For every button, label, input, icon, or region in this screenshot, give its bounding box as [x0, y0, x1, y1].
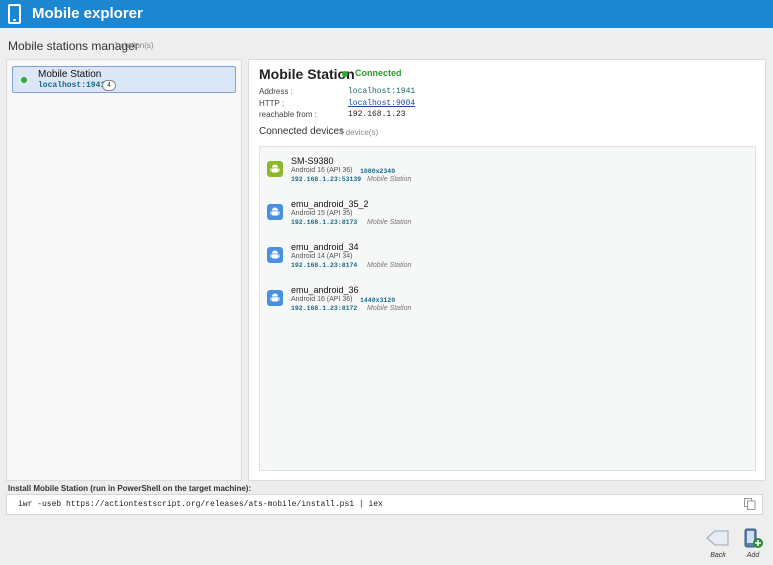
- device-os: Android 16 (API 36): [291, 296, 353, 303]
- connection-status: Connected: [355, 68, 402, 78]
- device-name: SM-S9380: [291, 156, 334, 166]
- back-label: Back: [710, 552, 726, 559]
- add-device-icon: [744, 528, 763, 548]
- devices-count: 4 device(s): [339, 128, 379, 137]
- stations-count: 1 station(s): [114, 41, 154, 50]
- device-address: 192.168.1.23:53139: [291, 176, 362, 183]
- device-os: Android 14 (API 34): [291, 253, 353, 260]
- status-dot: [21, 77, 27, 83]
- mobile-phone-icon: [8, 4, 21, 24]
- device-item-sm-s9380[interactable]: SM-S9380 Android 16 (API 36) 1080x2340 1…: [260, 154, 755, 194]
- title-bar: Mobile explorer: [0, 0, 773, 28]
- device-station: Mobile Station: [367, 176, 412, 183]
- device-station: Mobile Station: [367, 262, 412, 269]
- device-name: emu_android_35_2: [291, 199, 369, 209]
- android-icon: [267, 290, 283, 306]
- station-title: Mobile Station: [259, 66, 355, 82]
- address-label: Address :: [259, 87, 293, 96]
- device-item-emu-android-36[interactable]: emu_android_36 Android 16 (API 36) 1440x…: [260, 283, 755, 323]
- device-resolution: 1440x3120: [360, 297, 396, 304]
- http-label: HTTP :: [259, 99, 285, 108]
- station-details: Mobile Station Connected Address : local…: [248, 59, 766, 481]
- station-name: Mobile Station: [38, 69, 102, 80]
- device-station: Mobile Station: [367, 219, 412, 226]
- android-icon: [267, 247, 283, 263]
- device-count-badge: 4: [102, 80, 116, 91]
- device-address: 192.168.1.23:8172: [291, 305, 358, 312]
- copy-icon[interactable]: [744, 498, 756, 510]
- android-icon: [267, 161, 283, 177]
- device-station: Mobile Station: [367, 305, 412, 312]
- reachable-label: reachable from :: [259, 110, 317, 119]
- device-name: emu_android_34: [291, 242, 359, 252]
- device-item-emu-android-34[interactable]: emu_android_34 Android 14 (API 34) 192.1…: [260, 240, 755, 280]
- reachable-value: 192.168.1.23: [348, 110, 406, 119]
- address-value: localhost:1941: [348, 87, 416, 96]
- connected-status-dot: [342, 71, 348, 77]
- stations-list: Mobile Station localhost:1941 4: [6, 59, 242, 481]
- install-command-field[interactable]: iwr -useb https://actiontestscript.org/r…: [6, 494, 763, 515]
- device-os: Android 16 (API 36): [291, 167, 353, 174]
- device-address: 192.168.1.23:8173: [291, 219, 358, 226]
- connected-devices-title: Connected devices: [259, 126, 345, 137]
- add-button[interactable]: Add: [738, 528, 768, 564]
- app-title: Mobile explorer: [32, 5, 143, 22]
- device-item-emu-android-35-2[interactable]: emu_android_35_2 Android 15 (API 35) 192…: [260, 197, 755, 237]
- devices-list: SM-S9380 Android 16 (API 36) 1080x2340 1…: [259, 146, 756, 471]
- station-host: localhost:1941: [38, 81, 106, 90]
- device-address: 192.168.1.23:8174: [291, 262, 358, 269]
- back-arrow-icon: [706, 530, 729, 546]
- device-name: emu_android_36: [291, 285, 359, 295]
- install-label: Install Mobile Station (run in PowerShel…: [8, 484, 252, 493]
- http-link[interactable]: localhost:9004: [348, 99, 415, 108]
- device-resolution: 1080x2340: [360, 168, 396, 175]
- install-command: iwr -useb https://actiontestscript.org/r…: [18, 500, 383, 509]
- device-os: Android 15 (API 35): [291, 210, 353, 217]
- add-label: Add: [746, 552, 760, 559]
- android-icon: [267, 204, 283, 220]
- back-button[interactable]: Back: [703, 528, 733, 564]
- station-item-mobile-station[interactable]: Mobile Station localhost:1941 4: [12, 66, 236, 93]
